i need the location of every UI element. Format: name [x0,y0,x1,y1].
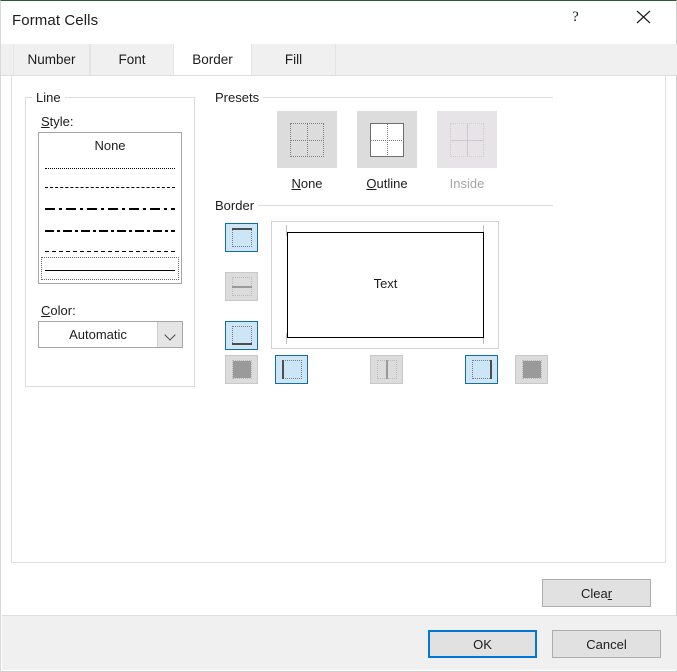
close-icon [636,10,651,24]
preset-outline[interactable]: Outline [351,111,423,191]
preview-cell[interactable]: Text [287,232,484,338]
preset-inside-icon [450,123,484,157]
preset-outline-label: Outline [366,176,408,191]
tab-number[interactable]: Number [13,44,90,75]
line-style-none-label: None [94,138,126,153]
line-style-option-dotted[interactable] [45,159,175,179]
page-title: Format Cells [12,12,99,29]
preset-inside-button [437,111,497,168]
preset-outline-button[interactable] [357,111,417,168]
cancel-button[interactable]: Cancel [552,630,661,658]
right-border-button[interactable] [465,355,498,384]
line-style-option-medium-dashed[interactable] [45,242,175,262]
border-horizontal-icon [232,277,252,296]
presets-divider [259,97,553,98]
border-preview-pane[interactable]: Text [271,221,499,349]
horizontal-border-button [225,272,258,301]
edge-right [490,360,492,379]
preset-outline-icon [370,123,404,157]
preset-none-button[interactable] [277,111,337,168]
diagonal-up-border-button [225,355,258,384]
border-vertical-icon [377,360,397,379]
help-button[interactable]: ? [553,1,598,33]
grid-horizontal-line [290,140,324,141]
edge-bottom [232,343,252,345]
ok-button[interactable]: OK [428,630,537,658]
border-top-icon [232,228,252,247]
preview-edge-bottom[interactable] [287,336,484,338]
preview-text: Text [373,276,398,291]
dialog-footer: OK Cancel [2,615,677,670]
border-bottom-icon [232,326,252,345]
border-right-icon [472,360,492,379]
border-diagonal-down-icon [522,360,542,379]
line-style-option-dash-dot[interactable] [45,221,175,241]
left-border-button[interactable] [275,355,308,384]
line-preview-solid-thin [45,270,175,271]
edge-left [282,360,284,379]
line-preview-dotted [45,168,175,169]
tab-font[interactable]: Font [90,44,174,75]
preview-edge-top[interactable] [287,232,484,234]
line-color-value: Automatic [69,327,127,342]
border-left-icon [282,360,302,379]
color-label: Color: [37,303,80,318]
close-button[interactable] [621,1,666,33]
line-preview-medium-dashed [45,251,175,252]
clear-button[interactable]: Clear [542,579,651,607]
edge-horizontal-middle [232,285,252,288]
tab-fill[interactable]: Fill [251,44,336,75]
preset-none[interactable]: None [271,111,343,191]
line-preview-fine-dashed [45,187,175,188]
edge-diagonal-up [233,361,251,378]
grid-horizontal-line [450,140,484,141]
line-style-option-solid-thin[interactable] [45,261,175,281]
preset-none-label: None [291,176,323,191]
border-divider [254,205,553,206]
line-preview-dash-dot-long [45,208,175,210]
preset-inside-label: Inside [449,176,485,191]
line-color-combobox[interactable]: Automatic [38,321,183,348]
line-group-title: Line [32,90,65,105]
tab-strip: Number Font Border Fill [1,44,677,76]
line-style-option-fine-dashed[interactable] [45,178,175,198]
border-diagonal-up-icon [232,360,252,379]
edge-diagonal-down [523,361,541,378]
bottom-border-button[interactable] [225,321,258,350]
border-title: Border [211,198,259,213]
line-style-option-dash-dot-long[interactable] [45,199,175,219]
diagonal-down-border-button [515,355,548,384]
preset-none-icon [290,123,324,157]
vertical-border-button [370,355,403,384]
presets-title: Presets [211,90,264,105]
edge-top [232,228,252,230]
style-label: Style: [37,114,78,129]
preset-inside: Inside [431,111,503,191]
question-mark-icon: ? [572,9,579,25]
top-border-button[interactable] [225,223,258,252]
format-cells-dialog: Format Cells ? Number Font Border Fill L… [0,0,677,672]
tab-border[interactable]: Border [174,44,251,76]
edge-vertical-middle [386,360,388,379]
chevron-down-icon[interactable] [157,322,182,347]
line-preview-dash-dot [45,230,175,232]
grid-horizontal-line [370,140,404,141]
line-style-list[interactable]: None [38,132,182,284]
title-bar: Format Cells ? [1,1,676,41]
